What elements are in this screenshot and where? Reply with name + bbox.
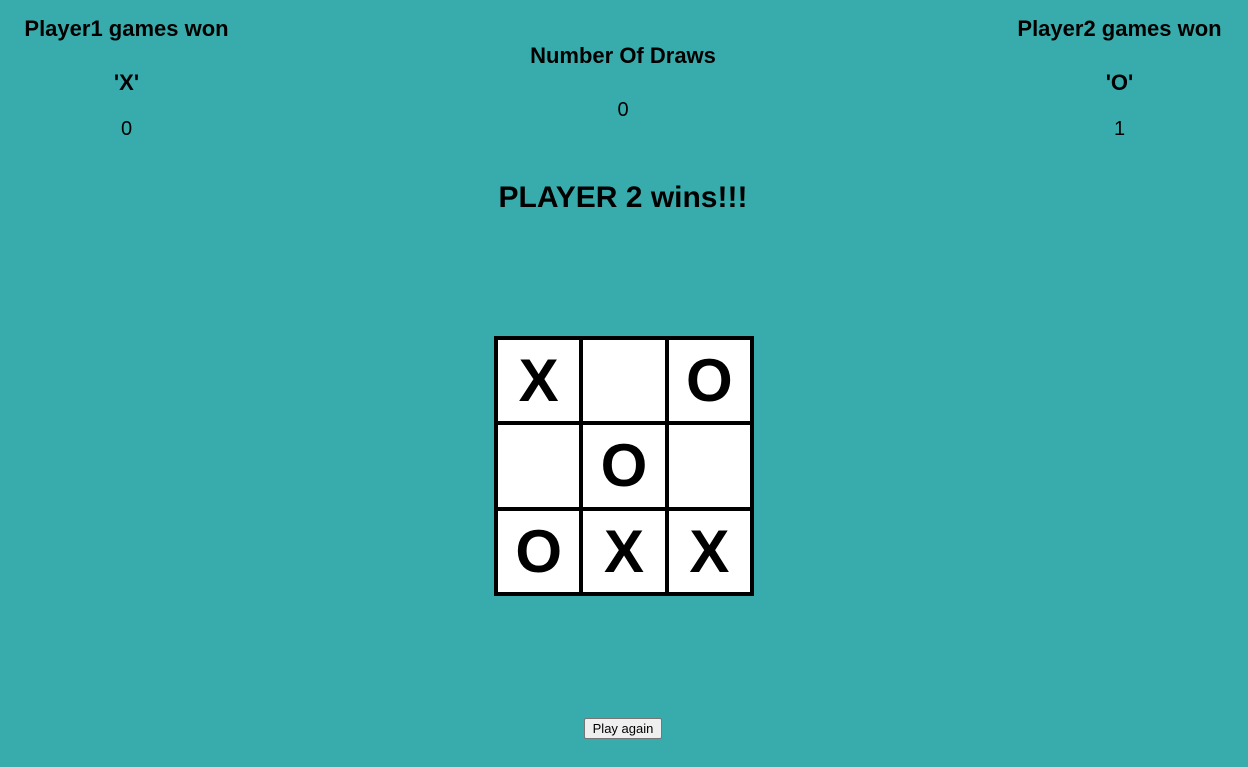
board-cell-r2c2[interactable]: O [583, 425, 665, 507]
tic-tac-toe-board: X O O O X X [494, 336, 754, 596]
play-again-button[interactable]: Play again [584, 718, 662, 739]
board-cell-r1c2[interactable] [583, 340, 665, 422]
board-cell-r3c2[interactable]: X [583, 510, 665, 592]
draws-title: Number Of Draws [530, 43, 716, 68]
board-cell-r3c1[interactable]: O [498, 510, 580, 592]
player1-wins-count: 0 [120, 118, 133, 140]
draws-score-panel: Number Of Draws 0 [423, 43, 823, 122]
player2-symbol: 'O' [1105, 70, 1134, 95]
board-cell-r2c3[interactable] [668, 425, 750, 507]
board-cell-r3c3[interactable]: X [668, 510, 750, 592]
draws-count: 0 [617, 99, 629, 121]
board-cell-r1c1[interactable]: X [498, 340, 580, 422]
player1-score-panel: Player1 games won 'X' 0 [0, 16, 253, 141]
player1-title: Player1 games won [24, 16, 229, 41]
board-cell-r2c1[interactable] [498, 425, 580, 507]
player2-title: Player2 games won [1017, 16, 1222, 41]
player2-score-panel: Player2 games won 'O' 1 [993, 16, 1246, 141]
board-cell-r1c3[interactable]: O [668, 340, 750, 422]
player2-wins-count: 1 [1113, 118, 1126, 140]
game-result-message: PLAYER 2 wins!!! [498, 181, 748, 214]
player1-symbol: 'X' [113, 70, 140, 95]
